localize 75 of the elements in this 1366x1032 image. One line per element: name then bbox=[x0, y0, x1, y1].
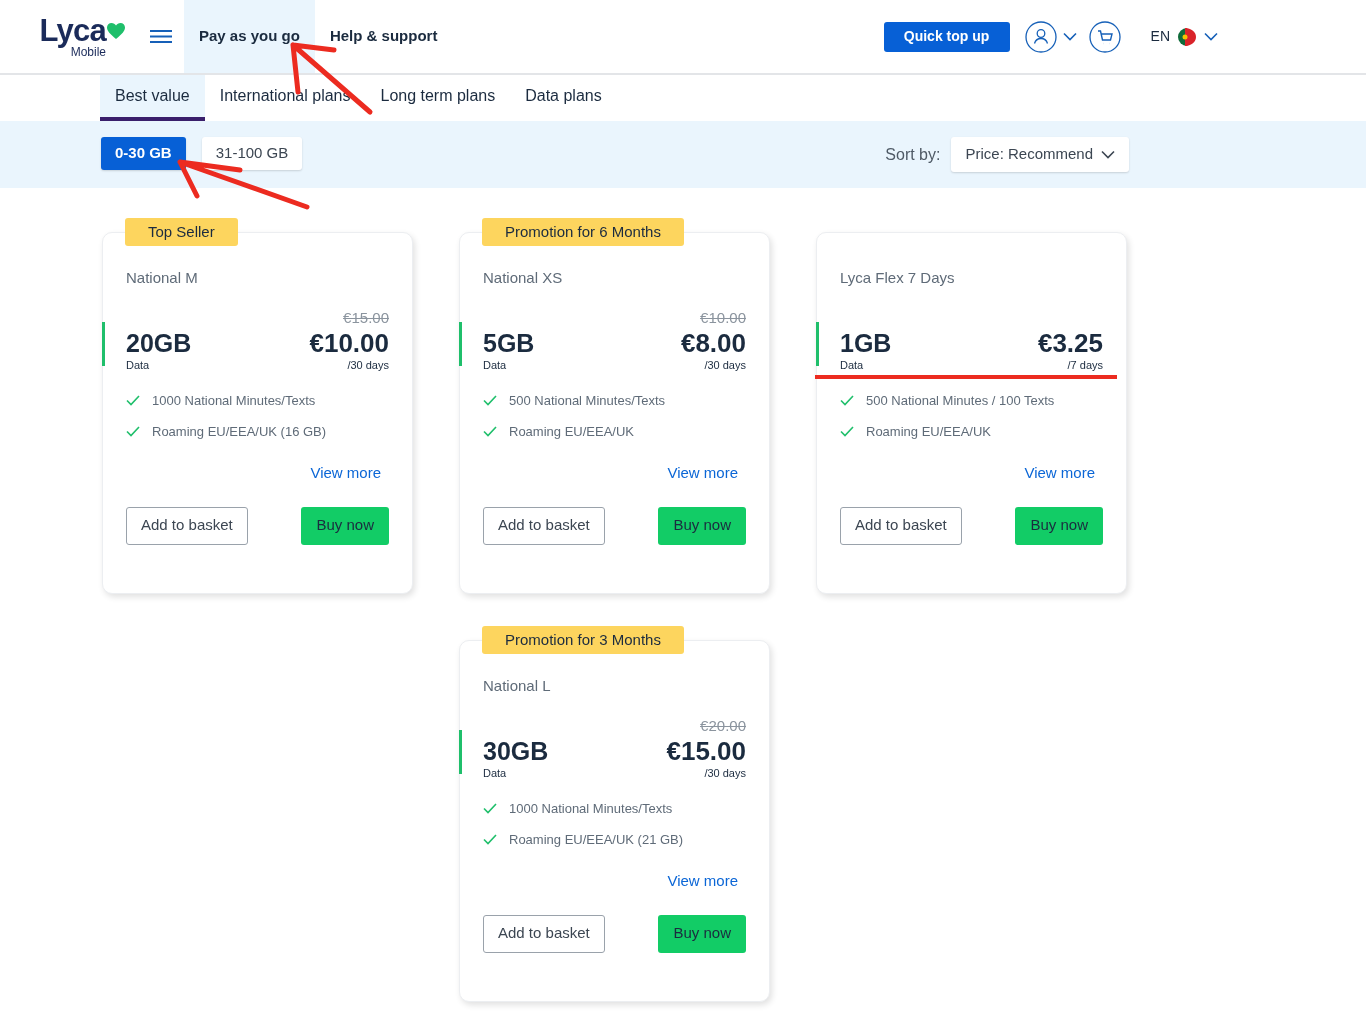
plan-name: National XS bbox=[483, 268, 564, 288]
data-filter-chip[interactable]: 0-30 GB bbox=[101, 137, 186, 170]
plan-period: /7 days bbox=[1067, 358, 1103, 372]
checkmark-icon bbox=[126, 426, 140, 437]
accent-bar bbox=[816, 322, 819, 366]
data-label: Data bbox=[126, 358, 151, 372]
plan-price: €3.25 bbox=[1037, 328, 1103, 358]
feature-text: Roaming EU/EEA/UK (21 GB) bbox=[509, 831, 684, 848]
buy-now-button[interactable]: Buy now bbox=[1015, 506, 1103, 545]
feature-text: 500 National Minutes/Texts bbox=[509, 392, 666, 409]
feature-text: Roaming EU/EEA/UK bbox=[866, 423, 991, 440]
plan-name: Lyca Flex 7 Days bbox=[840, 268, 956, 288]
plan-badge: Promotion for 6 Months bbox=[482, 218, 684, 246]
buy-now-button[interactable]: Buy now bbox=[658, 914, 746, 953]
accent-bar bbox=[102, 322, 105, 366]
lyca-mobile-logo[interactable]: Lyca Mobile bbox=[28, 15, 126, 58]
buy-now-button[interactable]: Buy now bbox=[658, 506, 746, 545]
feature-text: Roaming EU/EEA/UK (16 GB) bbox=[152, 423, 327, 440]
feature-text: Roaming EU/EEA/UK bbox=[509, 423, 634, 440]
old-price: €15.00 bbox=[343, 308, 389, 328]
checkmark-icon bbox=[126, 395, 140, 406]
chevron-down-icon bbox=[1101, 150, 1115, 159]
data-label: Data bbox=[483, 766, 508, 780]
account-menu[interactable] bbox=[1024, 20, 1077, 53]
add-to-basket-button[interactable]: Add to basket bbox=[126, 506, 248, 545]
plan-price: €15.00 bbox=[666, 736, 746, 766]
data-filter-chip[interactable]: 31-100 GB bbox=[201, 137, 303, 170]
feature-text: 500 National Minutes / 100 Texts bbox=[866, 392, 1055, 409]
chevron-down-icon bbox=[1062, 32, 1077, 41]
add-to-basket-button[interactable]: Add to basket bbox=[483, 506, 605, 545]
plan-tab[interactable]: Best value bbox=[100, 75, 205, 121]
sort-dropdown[interactable]: Price: Recommend bbox=[951, 137, 1129, 172]
add-to-basket-button[interactable]: Add to basket bbox=[840, 506, 962, 545]
plan-period: /30 days bbox=[347, 358, 389, 372]
feature-text: 1000 National Minutes/Texts bbox=[152, 392, 316, 409]
menu-icon[interactable] bbox=[150, 30, 172, 43]
data-amount: 20GB bbox=[126, 328, 192, 358]
checkmark-icon bbox=[483, 426, 497, 437]
plan-name: National M bbox=[126, 268, 199, 288]
plan-period: /30 days bbox=[704, 766, 746, 780]
buy-now-button[interactable]: Buy now bbox=[301, 506, 389, 545]
plan-price: €8.00 bbox=[680, 328, 746, 358]
old-price: €10.00 bbox=[700, 308, 746, 328]
checkmark-icon bbox=[840, 395, 854, 406]
plan-badge: Promotion for 3 Months bbox=[482, 626, 684, 654]
user-icon bbox=[1024, 20, 1057, 53]
language-selector[interactable]: EN bbox=[1150, 26, 1218, 47]
view-more-link[interactable]: View more bbox=[310, 462, 381, 485]
chevron-down-icon bbox=[1204, 32, 1218, 41]
checkmark-icon bbox=[483, 395, 497, 406]
plan-name: National L bbox=[483, 676, 552, 696]
data-label: Data bbox=[483, 358, 508, 372]
data-amount: 5GB bbox=[483, 328, 535, 358]
data-amount: 30GB bbox=[483, 736, 549, 766]
plan-price: €10.00 bbox=[309, 328, 389, 358]
old-price: €20.00 bbox=[700, 716, 746, 736]
feature-text: 1000 National Minutes/Texts bbox=[509, 800, 673, 817]
accent-bar bbox=[459, 322, 462, 366]
flag-icon bbox=[1178, 27, 1196, 46]
sort-label: Sort by: bbox=[885, 144, 941, 165]
plan-period: /30 days bbox=[704, 358, 746, 372]
quick-top-up-button[interactable]: Quick top up bbox=[883, 21, 1010, 52]
add-to-basket-button[interactable]: Add to basket bbox=[483, 914, 605, 953]
view-more-link[interactable]: View more bbox=[667, 870, 738, 893]
data-label: Data bbox=[840, 358, 865, 372]
cart-icon[interactable] bbox=[1088, 20, 1121, 53]
view-more-link[interactable]: View more bbox=[667, 462, 738, 485]
accent-bar bbox=[459, 730, 462, 774]
plan-badge: Top Seller bbox=[125, 218, 238, 246]
view-more-link[interactable]: View more bbox=[1024, 462, 1095, 485]
checkmark-icon bbox=[483, 803, 497, 814]
data-amount: 1GB bbox=[840, 328, 892, 358]
nav-link[interactable]: Pay as you go bbox=[184, 0, 315, 73]
checkmark-icon bbox=[483, 834, 497, 845]
checkmark-icon bbox=[840, 426, 854, 437]
